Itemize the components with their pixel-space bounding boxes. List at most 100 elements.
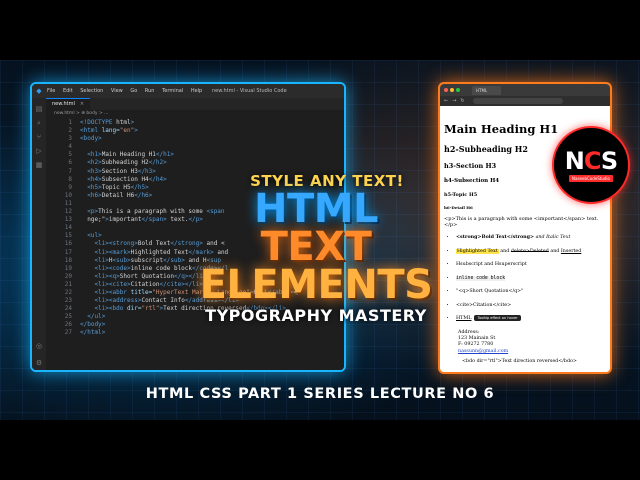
code-line[interactable]: 6 <h2>Subheading H2</h2> (46, 159, 344, 167)
list-item-quote: "<q>Short Quotation</q>" (456, 289, 606, 294)
line-number: 23 (64, 297, 72, 305)
code-line[interactable]: 4 (46, 143, 344, 151)
menu-run[interactable]: Run (145, 88, 155, 94)
extensions-icon[interactable]: ▦ (35, 161, 43, 169)
menu-terminal[interactable]: Terminal (162, 88, 183, 94)
line-number: 12 (64, 208, 72, 216)
line-number: 21 (64, 280, 72, 288)
address-block: Address: 123 Mainain St F: 09272 7780 na… (444, 330, 606, 356)
code-text: </ul> (87, 313, 106, 321)
page-paragraph: <p>This is a paragraph with some <import… (444, 216, 599, 228)
close-icon[interactable]: × (80, 101, 84, 107)
line-number: 26 (64, 321, 72, 329)
logo-letter-n: N (564, 146, 585, 175)
line-number: 6 (68, 159, 72, 167)
logo-letter-s: S (600, 146, 618, 175)
code-text: <body> (80, 135, 102, 143)
inline-code: inline code block (456, 275, 506, 281)
address-bar[interactable] (472, 98, 563, 104)
list-item-code: inline code block (456, 275, 606, 281)
vscode-logo-icon: ◆ (36, 87, 42, 95)
list-item-mark: Highlighted Text and delete>Deleted and … (456, 248, 606, 254)
line-number: 9 (68, 183, 72, 191)
code-text: <!DOCTYPE html> (80, 119, 135, 126)
code-text: <li><cite>Citation</cite></li> (94, 280, 203, 288)
code-text: nge;">important</span> text.</p> (80, 216, 203, 224)
abbr-link[interactable]: HTML (456, 316, 471, 321)
line-number: 15 (64, 232, 72, 240)
code-line[interactable]: 2 <html lang="en"> (46, 127, 344, 135)
menu-go[interactable]: Go (130, 88, 137, 94)
page-list: <strong>Bold Text</strong> and Italic Te… (444, 234, 606, 321)
line-number: 24 (64, 305, 72, 313)
inserted-text: Inserted (560, 248, 582, 254)
menu-help[interactable]: Help (191, 88, 202, 94)
reload-icon[interactable]: ↻ (460, 98, 464, 104)
italic-text: and Italic Text (534, 235, 571, 240)
line-number: 7 (68, 167, 72, 175)
explorer-icon[interactable]: ▤ (35, 105, 43, 113)
line-number: 14 (64, 224, 72, 232)
line-number: 27 (64, 329, 72, 337)
vscode-menu-bar: File Edit Selection View Go Run Terminal… (47, 88, 208, 94)
code-text: <h5>Topic H5</h5> (87, 183, 149, 191)
list-item-subsup: Hsubscript and Hsuperscript (456, 262, 606, 267)
line-number: 25 (64, 313, 72, 321)
menu-edit[interactable]: Edit (63, 88, 73, 94)
line-number: 2 (68, 127, 72, 135)
browser-nav: ← → ↻ (440, 96, 610, 106)
line-number: 13 (64, 216, 72, 224)
browser-tabbar: HTML (440, 84, 610, 96)
code-text: <li><q>Short Quotation</q></li> (94, 272, 207, 280)
list-text: and (548, 248, 561, 254)
line-number: 19 (64, 264, 72, 272)
maximize-dot-icon[interactable] (456, 88, 460, 92)
line-number: 3 (68, 135, 72, 143)
footer-caption: HTML CSS PART 1 SERIES LECTURE NO 6 (145, 386, 495, 402)
vscode-titlebar: ◆ File Edit Selection View Go Run Termin… (32, 84, 344, 98)
vscode-window-title: new.html - Visual Studio Code (212, 88, 287, 94)
gear-icon[interactable]: ⚙ (35, 359, 43, 367)
search-icon[interactable]: ⌕ (35, 119, 43, 127)
tab-new-html[interactable]: new.html × (46, 98, 91, 110)
code-text: </html> (80, 329, 106, 337)
tab-label: new.html (52, 101, 75, 107)
subtitle-text: TYPOGRAPHY MASTERY (205, 306, 427, 325)
bold-text: <strong>Bold Text</strong> (456, 234, 535, 240)
code-text: <h2>Subheading H2</h2> (87, 159, 167, 167)
code-line[interactable]: 27 </html> (46, 329, 344, 337)
breadcrumb[interactable]: new.html > ⊕ body > ... (46, 110, 344, 118)
back-arrow-icon[interactable]: ← (444, 98, 448, 104)
editor-tabs: new.html × (46, 98, 344, 110)
line-number: 5 (68, 151, 72, 159)
logo-mark: NCS (564, 146, 618, 175)
title-overlay: STYLE ANY TEXT! HTML TEXT ELEMENTS TYPOG… (196, 172, 436, 325)
logo-tagline: NaseebCodeStudio (569, 174, 613, 182)
page-h6: h6-Detail H6 (444, 205, 473, 210)
code-text: <ul> (87, 232, 102, 240)
menu-file[interactable]: File (47, 88, 55, 94)
minimize-dot-icon[interactable] (450, 88, 454, 92)
browser-tab[interactable]: HTML (472, 85, 502, 95)
line-number: 20 (64, 272, 72, 280)
source-control-icon[interactable]: ⑂ (35, 133, 43, 141)
forward-arrow-icon[interactable]: → (452, 98, 456, 104)
highlighted-text: Highlighted Text (456, 248, 499, 254)
code-line[interactable]: 1 <!DOCTYPE html> (46, 119, 344, 127)
menu-selection[interactable]: Selection (80, 88, 103, 94)
bdo-text: <bdo dir="rtl">Text direction reversed</… (462, 359, 577, 365)
run-debug-icon[interactable]: ▷ (35, 147, 43, 155)
line-number: 18 (64, 256, 72, 264)
address-email[interactable]: nassunn@gmail.com (458, 349, 606, 355)
code-line[interactable]: 3 <body> (46, 135, 344, 143)
code-line[interactable]: 5 <h1>Main Heading H1</h1> (46, 151, 344, 159)
line-number: 8 (68, 175, 72, 183)
close-dot-icon[interactable] (444, 88, 448, 92)
line-number: 11 (64, 199, 72, 207)
code-text: <h6>Detail H6</h6> (87, 191, 153, 199)
account-icon[interactable]: ◎ (35, 342, 43, 350)
list-item-cite: <cite>Citation</cite> (456, 303, 606, 308)
menu-view[interactable]: View (111, 88, 123, 94)
code-text: <h3>Section H3</h3> (87, 167, 156, 175)
line-number: 22 (64, 288, 72, 296)
